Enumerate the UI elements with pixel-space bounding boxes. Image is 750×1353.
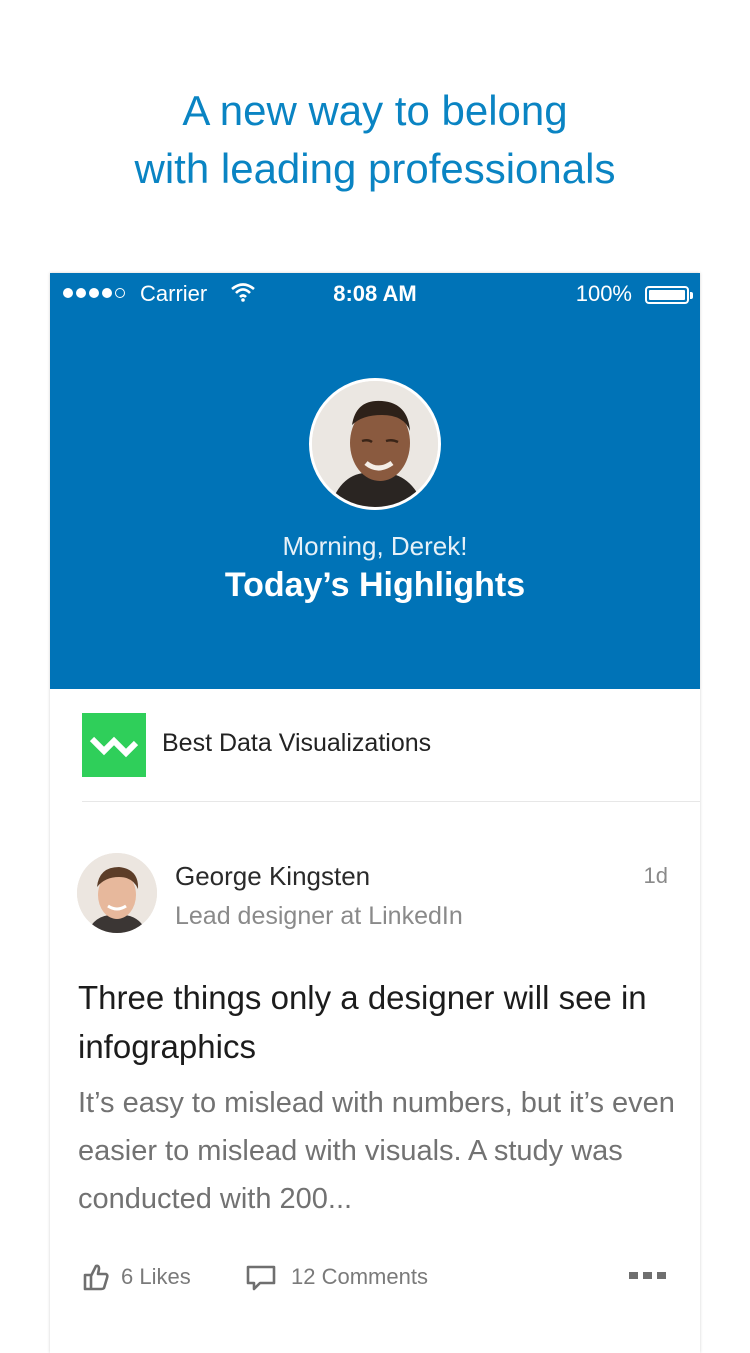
post-age: 1d bbox=[643, 863, 668, 888]
author-avatar[interactable] bbox=[77, 853, 157, 933]
phone-screen: Carrier 8:08 AM 100% Morning, Derek! Tod… bbox=[50, 273, 700, 1353]
battery-percent: 100% bbox=[575, 281, 632, 306]
divider bbox=[82, 801, 700, 802]
comments-count[interactable]: 12 Comments bbox=[291, 1264, 428, 1290]
post-excerpt: It’s easy to mislead with numbers, but i… bbox=[78, 1087, 675, 1215]
more-options-icon[interactable] bbox=[629, 1272, 666, 1279]
post-actions: 6 Likes 12 Comments bbox=[50, 1258, 700, 1298]
user-portrait-image bbox=[312, 381, 438, 507]
thumbs-up-icon[interactable] bbox=[82, 1262, 110, 1292]
topic-label: Best Data Visualizations bbox=[162, 729, 432, 757]
comment-icon[interactable] bbox=[245, 1264, 277, 1292]
author-portrait-image bbox=[77, 853, 157, 933]
post-headline[interactable]: Three things only a designer will see in… bbox=[78, 973, 668, 1071]
line-chart-icon bbox=[82, 713, 146, 777]
greeting-text: Morning, Derek! bbox=[282, 531, 468, 561]
tagline-line-1: A new way to belong bbox=[182, 87, 568, 134]
tagline-line-2: with leading professionals bbox=[134, 145, 616, 192]
page-title: Today’s Highlights bbox=[224, 566, 526, 604]
battery-icon bbox=[645, 286, 693, 304]
status-bar: Carrier 8:08 AM 100% bbox=[50, 273, 700, 315]
highlights-header: Carrier 8:08 AM 100% Morning, Derek! Tod… bbox=[50, 273, 700, 689]
author-name[interactable]: George Kingsten bbox=[175, 861, 370, 892]
promo-tagline: A new way to belong with leading profess… bbox=[0, 82, 750, 198]
user-avatar[interactable] bbox=[309, 378, 441, 510]
likes-count[interactable]: 6 Likes bbox=[121, 1264, 191, 1290]
topic-row[interactable]: Best Data Visualizations bbox=[50, 689, 700, 801]
author-title: Lead designer at LinkedIn bbox=[175, 902, 463, 930]
